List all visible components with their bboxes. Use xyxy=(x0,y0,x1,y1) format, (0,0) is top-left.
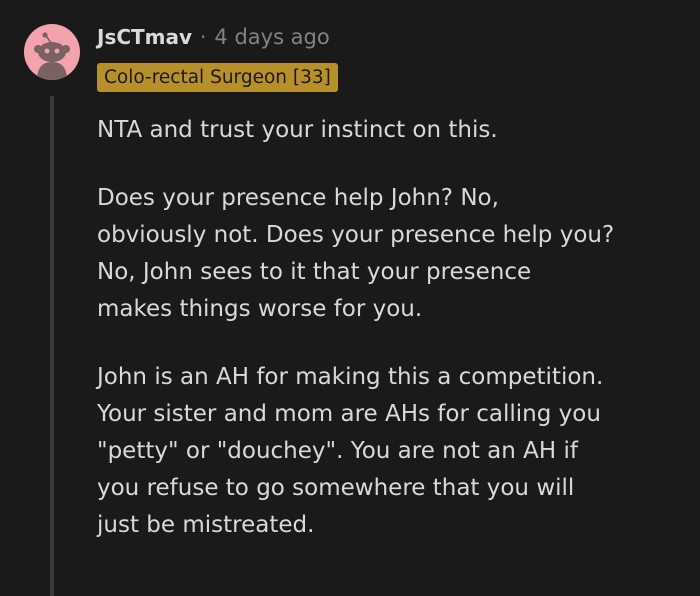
thread-collapse-line[interactable] xyxy=(50,96,54,596)
avatar[interactable] xyxy=(24,24,80,80)
comment-header: JsCTmav · 4 days ago xyxy=(97,22,330,52)
separator-dot: · xyxy=(200,25,207,49)
comment-paragraph-1: NTA and trust your instinct on this. xyxy=(97,117,498,143)
user-flair: Colo-rectal Surgeon [33] xyxy=(97,63,338,92)
comment-body: NTA and trust your instinct on this. Doe… xyxy=(97,112,697,575)
username-link[interactable]: JsCTmav xyxy=(97,25,192,49)
comment-paragraph-2: Does your presence help John? No, obvious… xyxy=(97,185,615,322)
timestamp-link[interactable]: 4 days ago xyxy=(214,25,329,49)
comment-paragraph-3: John is an AH for making this a competit… xyxy=(97,364,604,538)
reddit-snoo-avatar-icon xyxy=(34,32,70,80)
